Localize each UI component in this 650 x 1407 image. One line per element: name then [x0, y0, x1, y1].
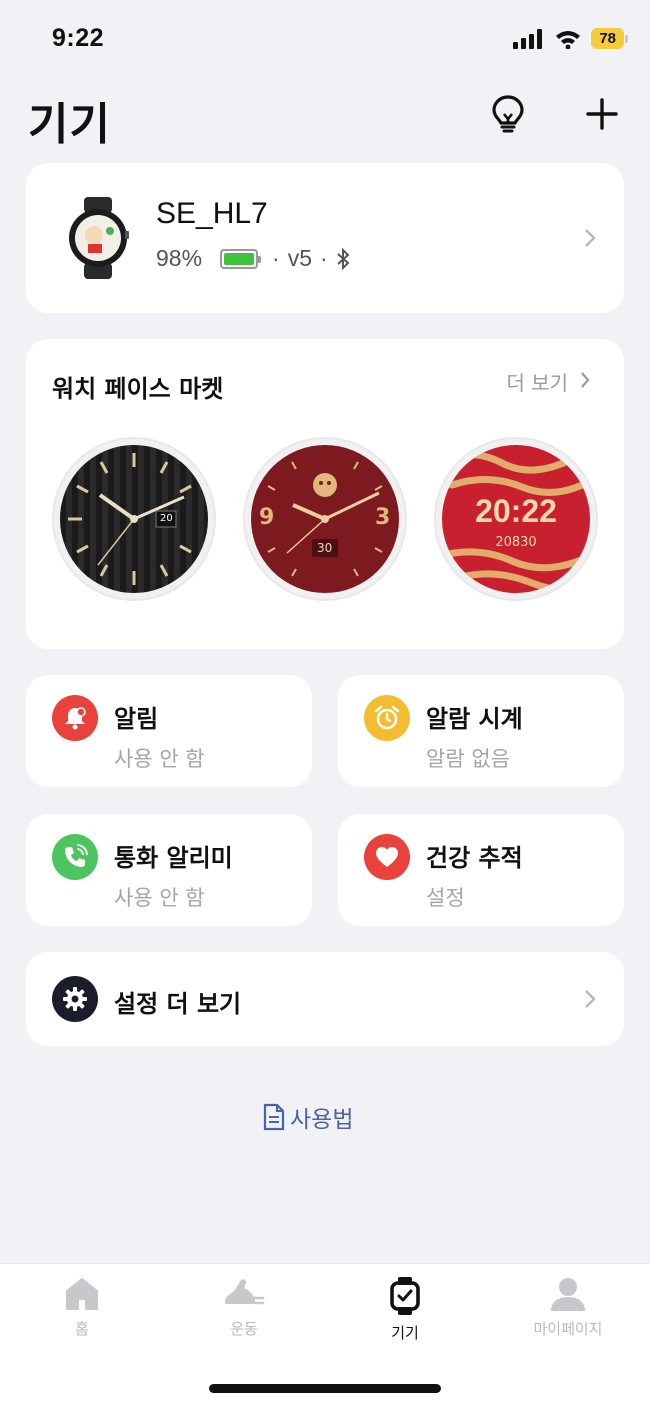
watch-face-date: 20 — [160, 513, 173, 524]
chevron-right-icon — [585, 990, 596, 1008]
heart-icon — [364, 834, 410, 880]
tile-title: 알람 시계 — [426, 705, 523, 733]
cellular-signal-icon — [513, 28, 543, 49]
tab-my-page[interactable]: 마이페이지 — [508, 1276, 628, 1339]
tile-subtitle: 알람 없음 — [426, 747, 510, 771]
watch-face-dial: 20:22 20830 — [442, 445, 590, 593]
tile-subtitle: 설정 — [426, 886, 465, 910]
sneaker-icon — [225, 1279, 265, 1305]
user-guide-link[interactable]: 사용법 — [262, 1100, 353, 1134]
tab-device[interactable]: 기기 — [345, 1276, 465, 1343]
chevron-right-icon — [585, 229, 596, 247]
watch-face-classic-black[interactable]: 20 — [52, 437, 216, 601]
tile-title: 통화 알리미 — [114, 844, 233, 872]
device-meta: 98% · v5 · — [156, 245, 350, 272]
bluetooth-icon — [337, 247, 350, 270]
status-bar: 9:22 78 — [0, 0, 650, 80]
plus-icon — [586, 98, 618, 130]
tile-health-tracking[interactable]: 건강 추적 설정 — [338, 814, 624, 926]
device-battery-percent: 98% — [156, 245, 203, 271]
battery-icon — [220, 248, 262, 269]
tile-title: 알림 — [114, 705, 159, 733]
document-icon — [263, 1103, 285, 1131]
tile-subtitle: 사용 안 함 — [114, 886, 205, 910]
chevron-right-icon — [581, 372, 590, 388]
watch-face-market-card: 워치 페이스 마켓 더 보기 20 9 3 30 20:22 20830 — [26, 339, 624, 649]
watch-face-tiger-digital[interactable]: 20:22 20830 — [434, 437, 598, 601]
device-card[interactable]: SE_HL7 98% · v5 · — [26, 163, 624, 313]
person-icon — [551, 1278, 585, 1311]
tile-subtitle: 사용 안 함 — [114, 747, 205, 771]
home-indicator — [209, 1384, 441, 1393]
phone-icon — [52, 834, 98, 880]
market-title: 워치 페이스 마켓 — [52, 375, 224, 403]
watch-face-numeral-9: 9 — [259, 505, 275, 530]
home-icon — [66, 1278, 98, 1310]
watch-face-dial: 20 — [60, 445, 208, 593]
more-label: 더 보기 — [506, 371, 568, 395]
separator-dot: · — [272, 245, 280, 271]
market-more-link[interactable]: 더 보기 — [506, 367, 590, 396]
watch-face-date: 30 — [317, 541, 333, 555]
tile-call-alert[interactable]: 통화 알리미 사용 안 함 — [26, 814, 312, 926]
tab-label: 기기 — [391, 1324, 419, 1342]
tab-home[interactable]: 홈 — [22, 1276, 142, 1339]
watch-image — [66, 197, 130, 279]
device-name: SE_HL7 — [156, 197, 268, 230]
tab-label: 마이페이지 — [533, 1320, 603, 1338]
watch-face-steps: 20830 — [495, 535, 537, 550]
tile-notifications[interactable]: 알림 사용 안 함 — [26, 675, 312, 787]
tab-label: 홈 — [75, 1320, 89, 1338]
wifi-icon — [556, 30, 581, 49]
tab-exercise[interactable]: 운동 — [184, 1276, 304, 1339]
status-icons: 78 — [513, 28, 628, 49]
notification-bell-icon — [52, 695, 98, 741]
lightbulb-icon[interactable] — [486, 92, 530, 136]
separator-dot: · — [320, 245, 328, 271]
device-version: v5 — [287, 245, 313, 271]
add-device-button[interactable] — [580, 92, 624, 136]
alarm-clock-icon — [364, 695, 410, 741]
gear-icon — [52, 976, 98, 1022]
watch-face-dial: 9 3 30 — [251, 445, 399, 593]
smartwatch-icon — [390, 1277, 420, 1315]
tile-alarm-clock[interactable]: 알람 시계 알람 없음 — [338, 675, 624, 787]
user-guide-label: 사용법 — [290, 1107, 354, 1133]
tile-title: 건강 추적 — [426, 844, 523, 872]
status-time: 9:22 — [52, 24, 105, 52]
watch-face-time: 20:22 — [475, 493, 557, 529]
more-settings-row[interactable]: 설정 더 보기 — [26, 952, 624, 1046]
watch-face-numeral-3: 3 — [375, 505, 391, 530]
battery-indicator: 78 — [591, 28, 628, 49]
watch-face-tiger-red[interactable]: 9 3 30 — [243, 437, 407, 601]
tab-label: 운동 — [230, 1320, 258, 1338]
page-title: 기기 — [28, 99, 111, 150]
more-settings-label: 설정 더 보기 — [114, 990, 242, 1018]
